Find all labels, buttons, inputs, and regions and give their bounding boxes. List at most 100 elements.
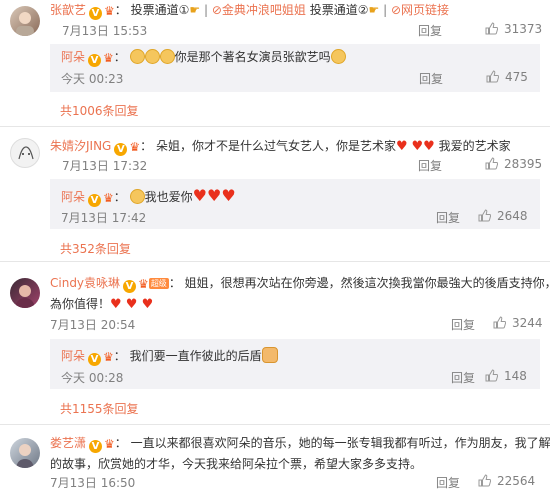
verified-v-icon: V bbox=[88, 194, 102, 207]
like-count: 22564 bbox=[497, 474, 536, 488]
comment-2: 朱婧汐JING V ♛： 朵姐，你才不是什么过气女艺人，你是艺术家♥ ♥♥ 我爱的艺… bbox=[0, 130, 550, 258]
reply-button[interactable]: 回复 bbox=[419, 70, 443, 87]
like-count: 28395 bbox=[504, 157, 543, 171]
laughing-emoji-icon bbox=[330, 49, 346, 64]
link-icon: ⊘ bbox=[211, 3, 222, 17]
like-count: 31373 bbox=[504, 22, 543, 36]
avatar[interactable] bbox=[10, 278, 40, 308]
reply-time: 今天 00:23 bbox=[61, 72, 124, 86]
link-icon: ⊘ bbox=[390, 3, 402, 17]
topic-link[interactable]: 金典冲浪吧姐姐 bbox=[222, 3, 306, 17]
like-button[interactable]: 3244 bbox=[493, 316, 543, 330]
comment-author[interactable]: Cindy袁咏琳 bbox=[50, 276, 120, 290]
heart-icon: ♥♥♥ bbox=[192, 186, 236, 205]
avatar[interactable] bbox=[10, 6, 40, 36]
divider bbox=[0, 424, 550, 425]
verified-v-icon: V bbox=[89, 440, 103, 453]
more-replies-link[interactable]: 共352条回复 bbox=[60, 240, 131, 257]
thumbs-up-icon bbox=[485, 369, 498, 382]
thumbs-up-icon bbox=[478, 474, 491, 487]
thumbs-up-icon bbox=[485, 157, 498, 170]
comment-text-end: 的故事，欣赏她的才华，今天我来给阿朵拉个票，希望大家多多支持。 bbox=[50, 457, 423, 471]
reply-time: 7月13日 17:42 bbox=[61, 211, 147, 225]
comment-author[interactable]: 娄艺潇 bbox=[50, 436, 86, 450]
reply-button[interactable]: 回复 bbox=[418, 22, 442, 39]
comment-author[interactable]: 朱婧汐JING bbox=[50, 139, 111, 153]
avatar[interactable] bbox=[10, 438, 40, 468]
comment-text-end: 為你值得！ bbox=[50, 297, 111, 311]
comment-4: 娄艺潇 V ♛： 一直以来都很喜欢阿朵的音乐，她的每一张专辑我都有听过，作为朋友，我… bbox=[0, 428, 550, 496]
more-replies-link[interactable]: 共1155条回复 bbox=[60, 400, 139, 417]
reply-text: 我们要一直作彼此的后盾 bbox=[129, 349, 262, 363]
reply-text: 你是那个著名女演员张歆艺吗 bbox=[174, 50, 331, 64]
verified-v-icon: V bbox=[89, 7, 103, 20]
reply-box: 阿朵 V ♛： 我们要一直作彼此的后盾 今天 00:28 回复 148 bbox=[50, 339, 540, 389]
thumbs-up-icon bbox=[485, 22, 498, 35]
reply-author[interactable]: 阿朵 bbox=[61, 50, 85, 64]
vote-link-2[interactable]: 投票通道② bbox=[310, 3, 369, 17]
emoji-icon bbox=[129, 49, 145, 64]
separator: | bbox=[383, 3, 388, 17]
comment-author[interactable]: 张歆艺 bbox=[50, 3, 86, 17]
like-count: 148 bbox=[504, 369, 527, 383]
emoji-icon bbox=[159, 49, 175, 64]
like-button[interactable]: 475 bbox=[486, 70, 528, 84]
heart-icon: ♥ bbox=[395, 139, 408, 154]
vip-crown-icon: ♛ bbox=[104, 4, 115, 18]
reply-box: 阿朵 V ♛： 我也爱你♥♥♥ 7月13日 17:42 回复 2648 bbox=[50, 179, 540, 229]
like-count: 2648 bbox=[497, 209, 528, 223]
separator: | bbox=[203, 3, 209, 17]
verified-v-icon: V bbox=[88, 353, 102, 366]
reply-author[interactable]: 阿朵 bbox=[61, 190, 85, 204]
reply-button[interactable]: 回复 bbox=[418, 157, 442, 174]
comment-1: 张歆艺 V ♛： 投票通道①☛ | ⊘金典冲浪吧姐姐 投票通道②☛ | ⊘网页链接 … bbox=[0, 0, 550, 124]
vip-crown-icon: ♛ bbox=[104, 437, 115, 451]
comment-text-end: 我爱的艺术家 bbox=[438, 139, 511, 153]
vip-crown-icon: ♛ bbox=[138, 277, 149, 291]
vip-crown-icon: ♛ bbox=[129, 140, 141, 154]
like-count: 3244 bbox=[512, 316, 543, 330]
reply-button[interactable]: 回复 bbox=[436, 474, 460, 491]
reply-box: 阿朵 V ♛： 你是那个著名女演员张歆艺吗 今天 00:23 回复 475 bbox=[50, 44, 540, 92]
verified-v-icon: V bbox=[114, 143, 128, 156]
avatar[interactable] bbox=[10, 138, 40, 168]
reply-button[interactable]: 回复 bbox=[451, 369, 475, 386]
reply-time: 今天 00:28 bbox=[61, 371, 124, 385]
divider bbox=[0, 261, 550, 262]
hand-point-icon: ☛ bbox=[368, 3, 380, 17]
like-button[interactable]: 2648 bbox=[478, 209, 528, 223]
emoji-icon bbox=[144, 49, 160, 64]
like-button[interactable]: 22564 bbox=[478, 474, 535, 488]
thumbs-up-icon bbox=[478, 209, 491, 222]
like-button[interactable]: 31373 bbox=[485, 22, 542, 36]
reply-button[interactable]: 回复 bbox=[451, 316, 475, 333]
like-count: 475 bbox=[505, 70, 528, 84]
vip-crown-icon: ♛ bbox=[103, 51, 114, 65]
vote-link-1[interactable]: 投票通道① bbox=[131, 3, 190, 17]
comment-text: 一直以来都很喜欢阿朵的音乐，她的每一张专辑我都有听过，作为朋友，我了解她 bbox=[130, 436, 550, 450]
vip-crown-icon: ♛ bbox=[103, 350, 114, 364]
hand-point-icon: ☛ bbox=[189, 3, 201, 17]
heart-icon: ♥ ♥ ♥ bbox=[110, 297, 154, 312]
more-replies-link[interactable]: 共1006条回复 bbox=[60, 102, 139, 119]
verified-v-icon: V bbox=[123, 280, 137, 293]
vip-crown-icon: ♛ bbox=[103, 191, 114, 205]
reply-text: 我也爱你 bbox=[144, 190, 193, 204]
reply-author[interactable]: 阿朵 bbox=[61, 349, 85, 363]
comment-3: Cindy袁咏琳 V ♛ 超级： 姐姐，很想再次站在你旁邊，然後這次換我當你最強大的後… bbox=[0, 266, 550, 426]
comment-time: 7月13日 17:32 bbox=[62, 159, 148, 173]
fist-emoji-icon bbox=[261, 347, 278, 363]
smiling-emoji-icon bbox=[129, 189, 145, 204]
comment-text: 姐姐，很想再次站在你旁邊，然後這次換我當你最強大的後盾支持你，因 bbox=[184, 276, 550, 290]
web-link[interactable]: 网页链接 bbox=[401, 3, 449, 17]
like-button[interactable]: 148 bbox=[485, 369, 527, 383]
thumbs-up-icon bbox=[493, 316, 506, 329]
comment-time: 7月13日 16:50 bbox=[50, 476, 136, 490]
thumbs-up-icon bbox=[486, 70, 499, 83]
heart-icon: ♥ bbox=[423, 139, 435, 154]
divider bbox=[0, 126, 550, 127]
like-button[interactable]: 28395 bbox=[485, 157, 542, 171]
reply-button[interactable]: 回复 bbox=[436, 209, 460, 226]
verified-v-icon: V bbox=[88, 54, 102, 67]
level-badge: 超级 bbox=[148, 278, 169, 289]
